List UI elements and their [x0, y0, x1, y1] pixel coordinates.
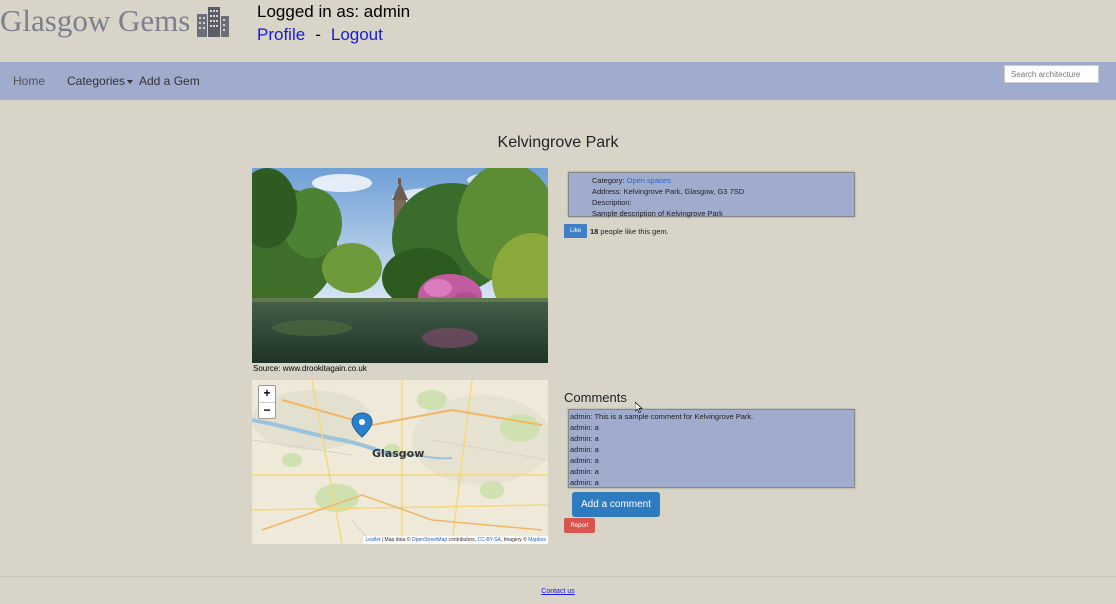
comments-list[interactable]: admin: This is a sample comment for Kelv… [568, 409, 855, 488]
comment-item: admin: a [570, 445, 599, 454]
mouse-cursor-icon [634, 400, 643, 418]
zoom-in-button[interactable]: + [259, 386, 275, 402]
category-label: Category: [592, 176, 625, 185]
like-count: 18 [590, 226, 599, 236]
page-title: Kelvingrove Park [497, 134, 619, 151]
gem-info-box: Category: Open spaces Address: Kelvingro… [568, 172, 855, 218]
mapbox-link[interactable]: Mapbox [528, 537, 546, 543]
map-place-label: Glasgow [372, 447, 424, 460]
map-attr-text-3: , Imagery © [500, 537, 529, 543]
zoom-out-button[interactable]: − [259, 402, 275, 418]
comment-item: admin: a [570, 478, 599, 487]
category-row: Category: Open spaces [592, 175, 854, 186]
navbar: Home Categories Add a Gem [0, 62, 1116, 100]
description-label: Description: [592, 198, 632, 207]
osm-link[interactable]: OpenStreetMap [412, 537, 447, 543]
caret-down-icon [127, 79, 134, 84]
contact-link[interactable]: Contact us [541, 588, 574, 595]
logged-in-label: Logged in as: admin [257, 2, 411, 21]
logout-link[interactable]: Logout [331, 25, 383, 44]
image-source: Source: www.drookitagain.co.uk [253, 364, 367, 373]
user-info: Logged in as: admin Profile - Logout [257, 2, 410, 46]
description-text: Sample description of Kelvingrove Park [592, 209, 723, 218]
map-attr-text-2: contributors, [447, 537, 478, 543]
comment-item: admin: a [570, 467, 599, 476]
comment-item: admin: a [570, 423, 599, 432]
category-link[interactable]: Open spaces [627, 176, 671, 185]
profile-link[interactable]: Profile [257, 25, 305, 44]
leaflet-link[interactable]: Leaflet [365, 537, 380, 543]
gem-photo [252, 168, 548, 363]
footer: Contact us [0, 588, 1116, 595]
like-text: people like this gem. [600, 226, 669, 236]
like-button[interactable]: Like [564, 224, 587, 238]
add-comment-button[interactable]: Add a comment [572, 492, 660, 517]
map-attr-text-1: | Map data © [380, 537, 412, 543]
site-logo[interactable]: Glasgow Gems [0, 4, 230, 43]
search-input[interactable] [1004, 65, 1099, 83]
footer-divider [0, 576, 1116, 577]
map-zoom-controls: + − [258, 385, 276, 419]
like-row: Like 18 people like this gem. [564, 224, 669, 238]
location-map[interactable]: Glasgow + − Leaflet | Map data © OpenStr… [252, 380, 548, 544]
link-separator: - [315, 25, 321, 44]
report-button[interactable]: Report [564, 518, 595, 533]
comment-item: admin: This is a sample comment for Kelv… [570, 412, 754, 421]
map-attribution: Leaflet | Map data © OpenStreetMap contr… [363, 536, 548, 544]
nav-categories-label: Categories [67, 74, 126, 88]
comments-heading: Comments [564, 390, 627, 405]
user-links: Profile - Logout [257, 24, 410, 46]
comment-item: admin: a [570, 456, 599, 465]
nav-add-gem[interactable]: Add a Gem [139, 74, 200, 88]
nav-home[interactable]: Home [13, 74, 45, 88]
logo-text: Glasgow Gems [0, 3, 191, 38]
comment-item: admin: a [570, 434, 599, 443]
address-row: Address: Kelvingrove Park, Glasgow, G3 7… [592, 187, 745, 196]
buildings-icon [196, 6, 230, 43]
ccbysa-link[interactable]: CC-BY-SA [477, 537, 500, 543]
nav-categories-dropdown[interactable]: Categories [67, 74, 134, 88]
